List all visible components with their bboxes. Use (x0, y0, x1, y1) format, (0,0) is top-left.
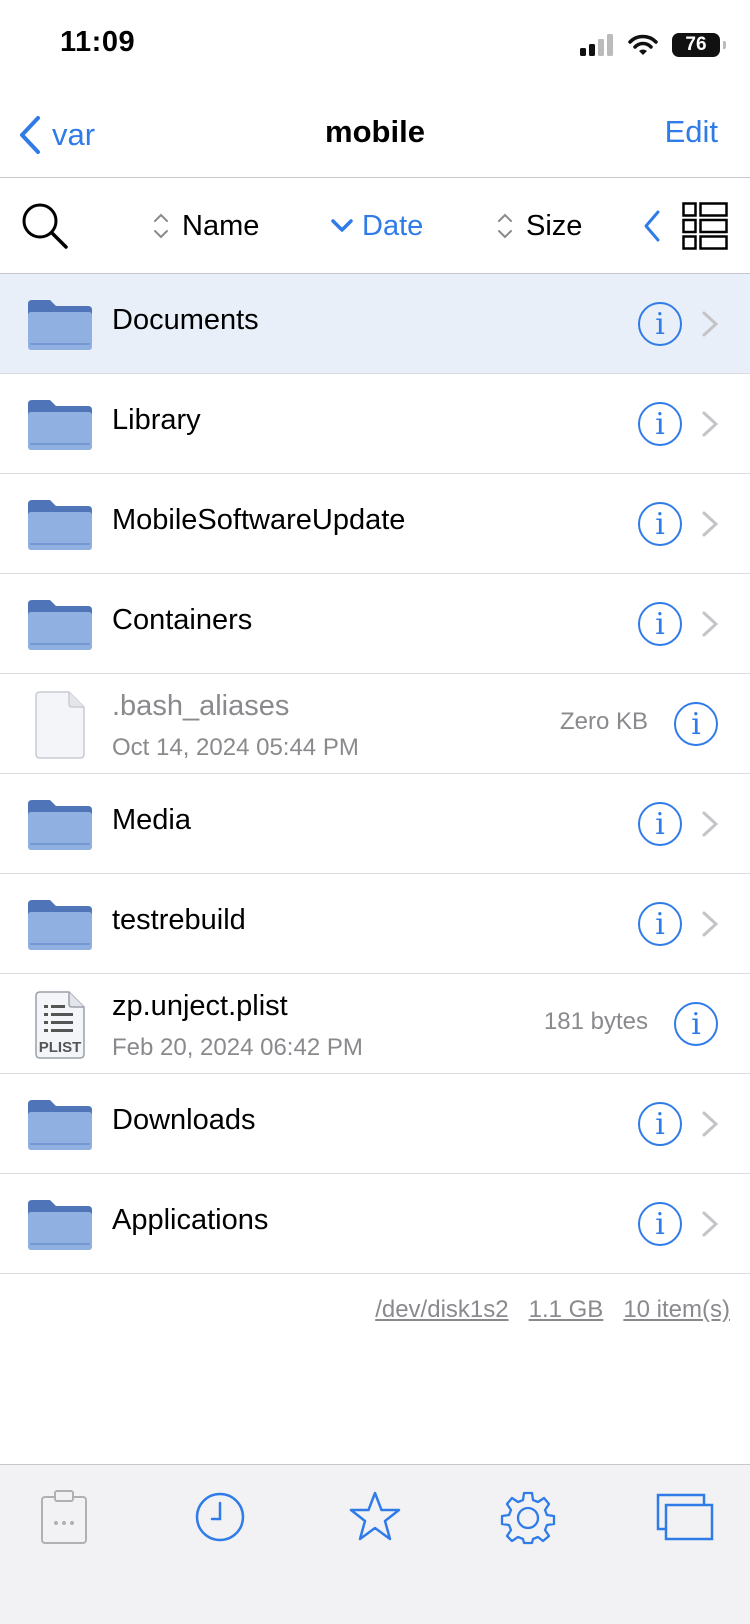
chevron-right-icon (702, 611, 719, 637)
navigation-bar: var mobile Edit (0, 92, 750, 178)
battery-indicator: 76 (672, 33, 726, 57)
sort-name-label: Name (182, 209, 260, 242)
file-name: testrebuild (112, 904, 246, 936)
folder-row-library[interactable]: Library i (0, 374, 750, 474)
sort-by-name-button[interactable]: Name (152, 178, 259, 274)
status-bar: 11:09 76 (0, 0, 750, 92)
recent-clock-icon[interactable] (192, 1489, 248, 1545)
info-button[interactable]: i (638, 902, 682, 946)
folder-row-documents[interactable]: Documents i (0, 274, 750, 374)
edit-button[interactable]: Edit (665, 114, 718, 150)
folder-icon (28, 600, 92, 650)
list-view-icon[interactable] (682, 202, 728, 250)
folder-row-mobilesoftwareupdate[interactable]: MobileSoftwareUpdate i (0, 474, 750, 574)
favorites-star-icon[interactable] (347, 1489, 403, 1545)
folder-icon (28, 400, 92, 450)
folder-row-testrebuild[interactable]: testrebuild i (0, 874, 750, 974)
disk-link[interactable]: /dev/disk1s2 (375, 1296, 508, 1324)
bottom-tab-bar (0, 1464, 750, 1624)
file-date: Oct 14, 2024 05:44 PM (112, 734, 359, 761)
item-count-link[interactable]: 10 item(s) (623, 1296, 730, 1324)
info-button[interactable]: i (674, 1002, 718, 1046)
info-button[interactable]: i (638, 602, 682, 646)
file-name: Containers (112, 604, 253, 636)
sort-by-date-button[interactable]: Date (330, 178, 423, 274)
file-name: zp.unject.plist (112, 990, 288, 1022)
file-name: Media (112, 804, 191, 836)
file-size: 181 bytes (543, 1008, 648, 1035)
file-name: Library (112, 404, 201, 436)
chevron-right-icon (702, 411, 719, 437)
info-button[interactable]: i (638, 802, 682, 846)
folder-icon (28, 1200, 92, 1250)
info-button[interactable]: i (638, 402, 682, 446)
file-name: Documents (112, 304, 259, 336)
file-name: Downloads (112, 1104, 256, 1136)
file-name: .bash_aliases (112, 690, 290, 722)
folder-icon (28, 1100, 92, 1150)
info-button[interactable]: i (674, 702, 718, 746)
info-button[interactable]: i (638, 1202, 682, 1246)
file-date: Feb 20, 2024 06:42 PM (112, 1034, 363, 1061)
folder-icon (28, 900, 92, 950)
file-list: Documents i Library i MobileSoftwareUpda… (0, 274, 750, 1274)
folder-icon (28, 500, 92, 550)
chevron-right-icon (702, 511, 719, 537)
cellular-signal-icon (580, 34, 613, 56)
file-size: Zero KB (559, 708, 648, 735)
sort-toolbar: Name Date Size (0, 178, 750, 274)
wifi-icon (628, 34, 658, 55)
clipboard-icon[interactable] (38, 1487, 90, 1547)
folder-icon (28, 800, 92, 850)
search-icon[interactable] (20, 200, 70, 252)
sort-size-label: Size (526, 209, 583, 242)
storage-info: /dev/disk1s2 1.1 GB 10 item(s) (375, 1296, 730, 1324)
plist-icon-label: PLIST (39, 1039, 82, 1056)
sort-by-size-button[interactable]: Size (496, 178, 582, 274)
info-button[interactable]: i (638, 1102, 682, 1146)
chevron-right-icon (702, 811, 719, 837)
file-name: Applications (112, 1204, 269, 1236)
status-icons: 76 (580, 30, 726, 60)
status-time: 11:09 (60, 26, 136, 58)
sort-date-label: Date (362, 209, 424, 242)
folder-row-containers[interactable]: Containers i (0, 574, 750, 674)
sort-arrows-icon (498, 213, 512, 239)
info-button[interactable]: i (638, 502, 682, 546)
sort-arrows-icon (154, 213, 168, 239)
chevron-left-icon[interactable] (640, 208, 664, 244)
chevron-right-icon (702, 911, 719, 937)
folder-row-downloads[interactable]: Downloads i (0, 1074, 750, 1174)
chevron-down-icon (331, 219, 353, 232)
info-button[interactable]: i (638, 302, 682, 346)
file-row-zp-unject-plist[interactable]: PLIST zp.unject.plist Feb 20, 2024 06:42… (0, 974, 750, 1074)
folder-row-media[interactable]: Media i (0, 774, 750, 874)
folder-icon (28, 300, 92, 350)
blank-document-icon (35, 691, 85, 759)
windows-icon[interactable] (656, 1489, 714, 1545)
file-row-bash-aliases[interactable]: .bash_aliases Oct 14, 2024 05:44 PM Zero… (0, 674, 750, 774)
page-title: mobile (325, 114, 425, 149)
chevron-right-icon (702, 1211, 719, 1237)
file-name: MobileSoftwareUpdate (112, 504, 406, 536)
plist-document-icon: PLIST (35, 991, 85, 1059)
folder-row-applications[interactable]: Applications i (0, 1174, 750, 1274)
chevron-right-icon (702, 311, 719, 337)
free-space-link[interactable]: 1.1 GB (529, 1296, 604, 1324)
chevron-right-icon (702, 1111, 719, 1137)
battery-level: 76 (685, 34, 707, 55)
settings-gear-icon[interactable] (500, 1489, 556, 1545)
